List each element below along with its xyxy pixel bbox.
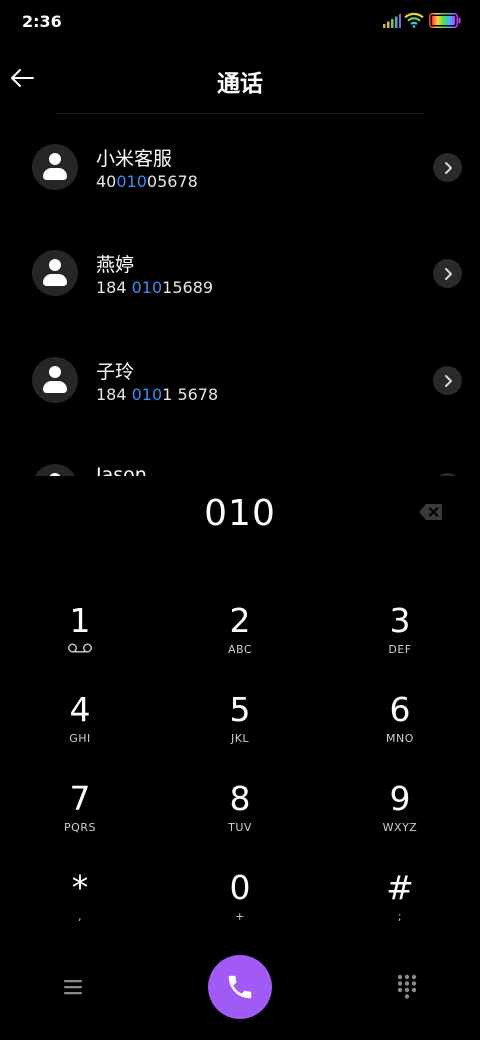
contact-name: 小米客服 [96, 148, 173, 170]
key-7[interactable]: 7 PQRS [20, 767, 140, 847]
key-letters: GHI [69, 732, 91, 745]
key-digit: # [386, 868, 414, 907]
key-letters: JKL [230, 732, 250, 745]
bottom-bar [0, 950, 480, 1030]
key-digit: * [71, 868, 89, 907]
battery-icon [429, 13, 461, 28]
key-letters: ; [397, 910, 403, 923]
contact-name: 子玲 [96, 361, 135, 383]
key-3[interactable]: 3 DEF [340, 589, 460, 669]
key-letters: MNO [386, 732, 414, 745]
key-letters: DEF [388, 643, 412, 656]
status-bar: 2:36 [0, 0, 480, 44]
contact-row[interactable]: Jason [0, 434, 480, 476]
chevron-right-icon [444, 161, 452, 174]
contact-number: 184 01015689 [96, 278, 214, 297]
key-digit: 7 [69, 779, 91, 818]
contact-number: 4001005678 [96, 172, 198, 191]
key-5[interactable]: 5 JKL [180, 678, 300, 758]
contact-row[interactable]: 子玲 184 0101 5678 [0, 327, 480, 433]
key-6[interactable]: 6 MNO [340, 678, 460, 758]
key-letters: ABC [227, 643, 253, 656]
chevron-right-icon [444, 374, 452, 387]
key-letters: WXYZ [382, 821, 418, 834]
contact-list: 小米客服 4001005678 燕婷 184 01015689 子玲 184 0… [0, 114, 480, 476]
key-0[interactable]: 0 + [180, 856, 300, 936]
contact-row[interactable]: 小米客服 4001005678 [0, 114, 480, 220]
avatar-icon [32, 357, 78, 403]
dial-display: 010 [0, 476, 480, 548]
key-2[interactable]: 2 ABC [180, 589, 300, 669]
page-title: 通话 [217, 71, 263, 97]
app-header: 通话 [0, 44, 480, 114]
contact-detail-button[interactable] [433, 259, 462, 288]
call-button[interactable] [208, 955, 272, 1019]
key-digit: 2 [229, 601, 251, 640]
phone-icon [228, 975, 252, 999]
dialpad-icon[interactable] [394, 973, 420, 999]
key-digit: 0 [229, 868, 251, 907]
signal-icon [383, 14, 401, 28]
avatar-icon [32, 250, 78, 296]
backspace-icon[interactable] [418, 502, 444, 522]
chevron-right-icon [444, 267, 452, 280]
voicemail-icon [68, 643, 93, 653]
key-digit: 3 [389, 601, 411, 640]
contact-name: 燕婷 [96, 254, 135, 276]
contact-name: Jason [96, 464, 147, 476]
key-digit: 5 [229, 690, 251, 729]
key-digit: 4 [69, 690, 91, 729]
contact-number: 184 0101 5678 [96, 385, 219, 404]
avatar-icon [32, 144, 78, 190]
key-letters: + [235, 910, 245, 923]
status-time: 2:36 [22, 12, 62, 31]
key-digit: 6 [389, 690, 411, 729]
key-hash[interactable]: # ; [340, 856, 460, 936]
key-star[interactable]: * , [20, 856, 140, 936]
key-digit: 1 [69, 601, 91, 640]
contact-row[interactable]: 燕婷 184 01015689 [0, 220, 480, 326]
key-8[interactable]: 8 TUV [180, 767, 300, 847]
key-1[interactable]: 1 [20, 589, 140, 669]
avatar-icon [32, 464, 78, 476]
contact-detail-button[interactable] [433, 366, 462, 395]
dialed-number: 010 [204, 493, 276, 534]
key-letters: TUV [228, 821, 252, 834]
menu-icon[interactable] [60, 974, 86, 1000]
contact-detail-button[interactable] [433, 153, 462, 182]
key-digit: 9 [389, 779, 411, 818]
key-4[interactable]: 4 GHI [20, 678, 140, 758]
wifi-icon [404, 12, 424, 28]
key-letters: , [78, 910, 82, 923]
key-digit: 8 [229, 779, 251, 818]
key-letters: PQRS [64, 821, 96, 834]
key-9[interactable]: 9 WXYZ [340, 767, 460, 847]
